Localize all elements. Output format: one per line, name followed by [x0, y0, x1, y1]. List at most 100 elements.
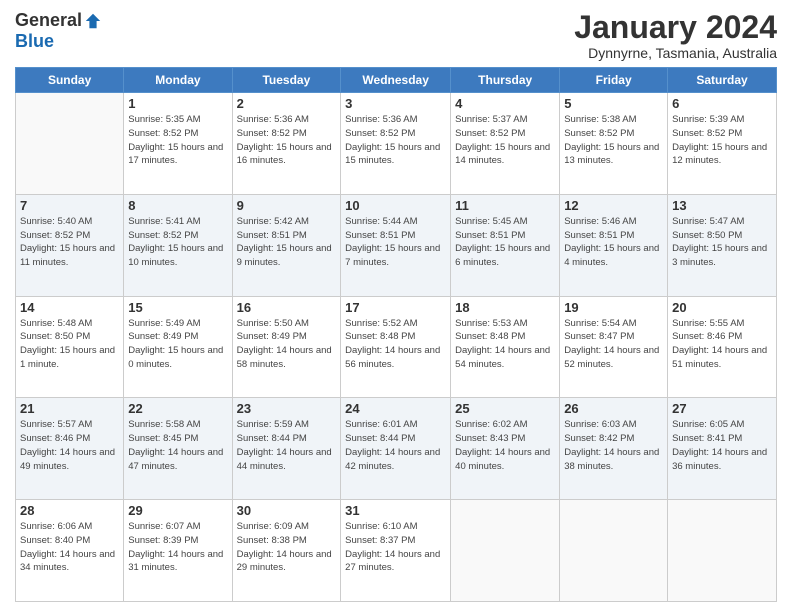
day-info: Sunrise: 5:44 AMSunset: 8:51 PMDaylight:…: [345, 215, 446, 270]
day-info: Sunrise: 6:02 AMSunset: 8:43 PMDaylight:…: [455, 418, 555, 473]
table-cell: 6 Sunrise: 5:39 AMSunset: 8:52 PMDaylight…: [668, 93, 777, 195]
table-cell: 13 Sunrise: 5:47 AMSunset: 8:50 PMDayligh…: [668, 194, 777, 296]
day-number: 8: [128, 198, 227, 213]
day-number: 11: [455, 198, 555, 213]
day-info: Sunrise: 5:52 AMSunset: 8:48 PMDaylight:…: [345, 317, 446, 372]
day-info: Sunrise: 5:38 AMSunset: 8:52 PMDaylight:…: [564, 113, 663, 168]
table-cell: 26 Sunrise: 6:03 AMSunset: 8:42 PMDayligh…: [560, 398, 668, 500]
logo: General Blue: [15, 10, 102, 52]
day-info: Sunrise: 6:07 AMSunset: 8:39 PMDaylight:…: [128, 520, 227, 575]
day-info: Sunrise: 5:50 AMSunset: 8:49 PMDaylight:…: [237, 317, 337, 372]
table-cell: 5Sunrise: 5:38 AMSunset: 8:52 PMDaylight…: [560, 93, 668, 195]
day-number: 26: [564, 401, 663, 416]
table-cell: 12 Sunrise: 5:46 AMSunset: 8:51 PMDayligh…: [560, 194, 668, 296]
day-info: Sunrise: 6:06 AMSunset: 8:40 PMDaylight:…: [20, 520, 119, 575]
day-number: 6: [672, 96, 772, 111]
day-number: 27: [672, 401, 772, 416]
day-info: Sunrise: 6:10 AMSunset: 8:37 PMDaylight:…: [345, 520, 446, 575]
table-cell: 3 Sunrise: 5:36 AMSunset: 8:52 PMDaylight…: [341, 93, 451, 195]
day-info: Sunrise: 5:58 AMSunset: 8:45 PMDaylight:…: [128, 418, 227, 473]
day-number: 29: [128, 503, 227, 518]
table-cell: 22 Sunrise: 5:58 AMSunset: 8:45 PMDayligh…: [124, 398, 232, 500]
day-info: Sunrise: 5:54 AMSunset: 8:47 PMDaylight:…: [564, 317, 663, 372]
day-info: Sunrise: 5:59 AMSunset: 8:44 PMDaylight:…: [237, 418, 337, 473]
table-cell: 21 Sunrise: 5:57 AMSunset: 8:46 PMDayligh…: [16, 398, 124, 500]
day-number: 13: [672, 198, 772, 213]
col-monday: Monday: [124, 68, 232, 93]
table-cell: 10 Sunrise: 5:44 AMSunset: 8:51 PMDayligh…: [341, 194, 451, 296]
day-number: 4: [455, 96, 555, 111]
subtitle: Dynnyrne, Tasmania, Australia: [574, 45, 777, 61]
calendar-table: Sunday Monday Tuesday Wednesday Thursday…: [15, 67, 777, 602]
table-cell: 24Sunrise: 6:01 AMSunset: 8:44 PMDayligh…: [341, 398, 451, 500]
day-number: 10: [345, 198, 446, 213]
logo-blue-text: Blue: [15, 31, 54, 52]
table-cell: [560, 500, 668, 602]
table-cell: 23Sunrise: 5:59 AMSunset: 8:44 PMDayligh…: [232, 398, 341, 500]
day-number: 25: [455, 401, 555, 416]
day-info: Sunrise: 5:36 AMSunset: 8:52 PMDaylight:…: [237, 113, 337, 168]
day-info: Sunrise: 5:45 AMSunset: 8:51 PMDaylight:…: [455, 215, 555, 270]
table-cell: 9 Sunrise: 5:42 AMSunset: 8:51 PMDaylight…: [232, 194, 341, 296]
table-cell: 15Sunrise: 5:49 AMSunset: 8:49 PMDayligh…: [124, 296, 232, 398]
day-info: Sunrise: 5:48 AMSunset: 8:50 PMDaylight:…: [20, 317, 119, 372]
table-cell: 8 Sunrise: 5:41 AMSunset: 8:52 PMDaylight…: [124, 194, 232, 296]
day-info: Sunrise: 5:40 AMSunset: 8:52 PMDaylight:…: [20, 215, 119, 270]
title-section: January 2024 Dynnyrne, Tasmania, Austral…: [574, 10, 777, 61]
day-info: Sunrise: 5:47 AMSunset: 8:50 PMDaylight:…: [672, 215, 772, 270]
day-number: 14: [20, 300, 119, 315]
header-row: Sunday Monday Tuesday Wednesday Thursday…: [16, 68, 777, 93]
day-info: Sunrise: 6:09 AMSunset: 8:38 PMDaylight:…: [237, 520, 337, 575]
table-cell: 2Sunrise: 5:36 AMSunset: 8:52 PMDaylight…: [232, 93, 341, 195]
table-row: 21 Sunrise: 5:57 AMSunset: 8:46 PMDayligh…: [16, 398, 777, 500]
col-sunday: Sunday: [16, 68, 124, 93]
day-number: 12: [564, 198, 663, 213]
table-cell: 20Sunrise: 5:55 AMSunset: 8:46 PMDayligh…: [668, 296, 777, 398]
day-info: Sunrise: 6:05 AMSunset: 8:41 PMDaylight:…: [672, 418, 772, 473]
table-row: 7 Sunrise: 5:40 AMSunset: 8:52 PMDaylight…: [16, 194, 777, 296]
day-info: Sunrise: 5:39 AMSunset: 8:52 PMDaylight:…: [672, 113, 772, 168]
table-cell: 27 Sunrise: 6:05 AMSunset: 8:41 PMDayligh…: [668, 398, 777, 500]
day-number: 28: [20, 503, 119, 518]
day-number: 30: [237, 503, 337, 518]
table-cell: 18Sunrise: 5:53 AMSunset: 8:48 PMDayligh…: [451, 296, 560, 398]
table-row: 1Sunrise: 5:35 AMSunset: 8:52 PMDaylight…: [16, 93, 777, 195]
day-info: Sunrise: 6:01 AMSunset: 8:44 PMDaylight:…: [345, 418, 446, 473]
table-cell: 17Sunrise: 5:52 AMSunset: 8:48 PMDayligh…: [341, 296, 451, 398]
day-info: Sunrise: 5:46 AMSunset: 8:51 PMDaylight:…: [564, 215, 663, 270]
table-cell: 1Sunrise: 5:35 AMSunset: 8:52 PMDaylight…: [124, 93, 232, 195]
day-info: Sunrise: 5:37 AMSunset: 8:52 PMDaylight:…: [455, 113, 555, 168]
table-cell: [16, 93, 124, 195]
day-info: Sunrise: 5:36 AMSunset: 8:52 PMDaylight:…: [345, 113, 446, 168]
day-number: 22: [128, 401, 227, 416]
day-info: Sunrise: 5:35 AMSunset: 8:52 PMDaylight:…: [128, 113, 227, 168]
table-cell: 11 Sunrise: 5:45 AMSunset: 8:51 PMDayligh…: [451, 194, 560, 296]
day-number: 20: [672, 300, 772, 315]
table-cell: 14 Sunrise: 5:48 AMSunset: 8:50 PMDayligh…: [16, 296, 124, 398]
col-tuesday: Tuesday: [232, 68, 341, 93]
table-cell: [668, 500, 777, 602]
col-friday: Friday: [560, 68, 668, 93]
day-number: 7: [20, 198, 119, 213]
col-saturday: Saturday: [668, 68, 777, 93]
day-info: Sunrise: 5:41 AMSunset: 8:52 PMDaylight:…: [128, 215, 227, 270]
table-row: 14 Sunrise: 5:48 AMSunset: 8:50 PMDayligh…: [16, 296, 777, 398]
day-number: 31: [345, 503, 446, 518]
day-number: 21: [20, 401, 119, 416]
table-cell: 4 Sunrise: 5:37 AMSunset: 8:52 PMDaylight…: [451, 93, 560, 195]
day-number: 9: [237, 198, 337, 213]
col-thursday: Thursday: [451, 68, 560, 93]
day-number: 15: [128, 300, 227, 315]
table-cell: 7 Sunrise: 5:40 AMSunset: 8:52 PMDaylight…: [16, 194, 124, 296]
header: General Blue January 2024 Dynnyrne, Tasm…: [15, 10, 777, 61]
day-info: Sunrise: 5:42 AMSunset: 8:51 PMDaylight:…: [237, 215, 337, 270]
day-number: 3: [345, 96, 446, 111]
table-row: 28 Sunrise: 6:06 AMSunset: 8:40 PMDayligh…: [16, 500, 777, 602]
table-cell: 30 Sunrise: 6:09 AMSunset: 8:38 PMDayligh…: [232, 500, 341, 602]
day-info: Sunrise: 6:03 AMSunset: 8:42 PMDaylight:…: [564, 418, 663, 473]
day-info: Sunrise: 5:57 AMSunset: 8:46 PMDaylight:…: [20, 418, 119, 473]
day-number: 19: [564, 300, 663, 315]
table-cell: 28 Sunrise: 6:06 AMSunset: 8:40 PMDayligh…: [16, 500, 124, 602]
table-cell: 25 Sunrise: 6:02 AMSunset: 8:43 PMDayligh…: [451, 398, 560, 500]
logo-icon: [84, 12, 102, 30]
